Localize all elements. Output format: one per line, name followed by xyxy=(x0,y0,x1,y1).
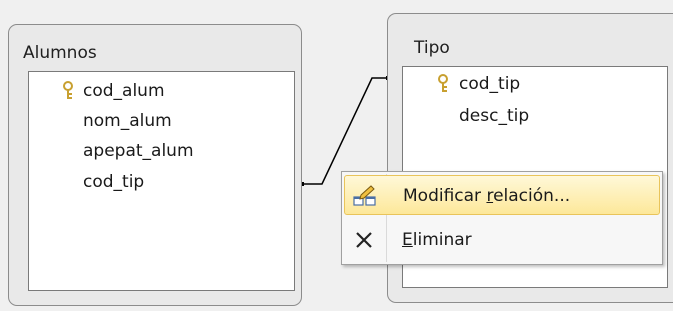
delete-x-icon xyxy=(356,232,372,248)
field-name: cod_tip xyxy=(83,172,145,192)
context-menu: Modificar relación... Eliminar xyxy=(341,171,663,265)
key-icon xyxy=(63,81,73,99)
field-row[interactable]: nom_alum xyxy=(83,108,172,134)
field-row[interactable]: cod_tip xyxy=(83,169,144,195)
table-title[interactable]: Tipo xyxy=(414,38,450,58)
table-title[interactable]: Alumnos xyxy=(23,43,97,63)
field-row[interactable]: desc_tip xyxy=(459,103,529,129)
menu-item-label: Modificar relación... xyxy=(403,186,571,206)
field-name: apepat_alum xyxy=(83,141,194,161)
field-name: nom_alum xyxy=(83,111,172,131)
field-name: desc_tip xyxy=(459,106,530,126)
edit-relationship-icon xyxy=(353,185,376,206)
field-name: cod_alum xyxy=(83,81,165,101)
menu-item-label: Eliminar xyxy=(402,230,472,250)
field-row[interactable]: apepat_alum xyxy=(83,138,194,164)
table-alumnos[interactable]: Alumnos cod_alum nom_alum apepat_alum co… xyxy=(8,24,302,306)
menu-item-modify-relationship[interactable]: Modificar relación... xyxy=(344,175,660,215)
menu-item-delete[interactable]: Eliminar xyxy=(344,220,660,260)
field-list: cod_alum nom_alum apepat_alum cod_tip xyxy=(28,71,295,291)
field-name: cod_tip xyxy=(459,74,521,94)
key-icon xyxy=(438,74,448,92)
